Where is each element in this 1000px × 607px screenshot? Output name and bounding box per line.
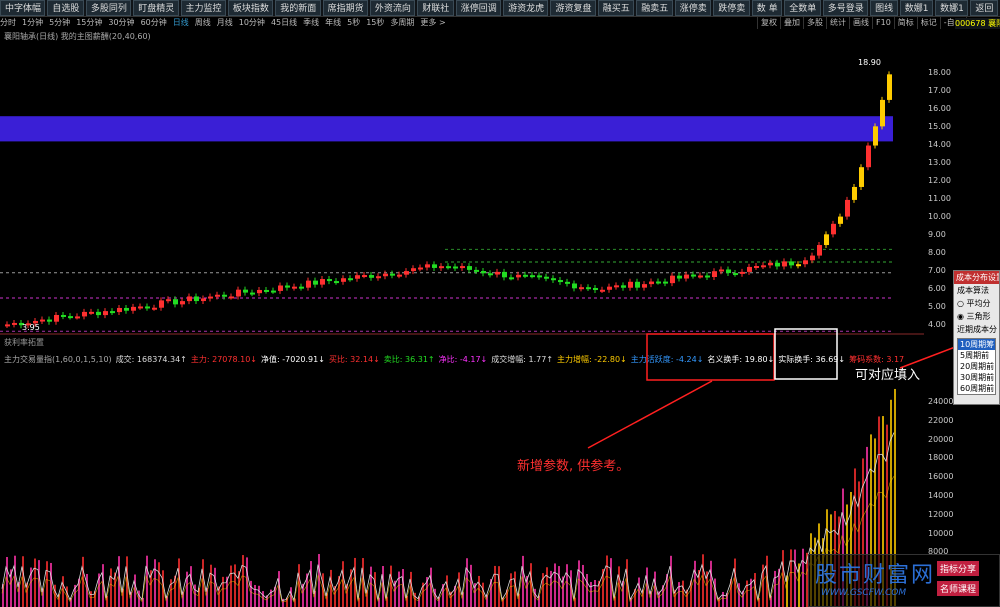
cycle-label: 近期成本分: [957, 325, 997, 334]
annotation-new-params: 新增参数, 供参考。: [517, 459, 630, 474]
radio-average-label: 平均分: [966, 299, 991, 308]
watermark-title: 股市财富网: [815, 563, 936, 588]
annotation-layer: [587, 328, 1000, 449]
cycle-option-4[interactable]: 60周期前: [958, 383, 995, 394]
annotation-arrow: [587, 380, 713, 449]
radio-triangle-label: 三角形: [966, 312, 991, 321]
watermark-url: WWW.GSCFW.COM: [821, 588, 907, 598]
params-highlight-box: [646, 333, 775, 381]
cost-distribution-dialog[interactable]: 成本分布设置 成本算法 ○ 平均分 ◉ 三角形 近期成本分 10周期筹 5周期前 2…: [953, 270, 1000, 405]
watermark: 股市财富网 WWW.GSCFW.COM 指标分享 名师课程: [808, 554, 1000, 607]
algo-label: 成本算法: [957, 286, 989, 295]
cycle-option-3[interactable]: 30周期前: [958, 372, 995, 383]
annotation-fill-in: 可对应填入: [855, 368, 921, 383]
radio-triangle[interactable]: ◉ 三角形: [954, 310, 999, 323]
chip-coef-highlight-box: [774, 328, 838, 380]
watermark-tag-courses[interactable]: 名师课程: [937, 581, 980, 596]
watermark-tag-indicators[interactable]: 指标分享: [937, 561, 980, 576]
cycle-option-1[interactable]: 5周期前: [958, 350, 995, 361]
dialog-title: 成本分布设置: [954, 271, 1000, 284]
cycle-list[interactable]: 10周期筹 5周期前 20周期前 30周期前 60周期前: [957, 338, 996, 395]
cycle-option-2[interactable]: 20周期前: [958, 361, 995, 372]
cycle-option-0[interactable]: 10周期筹: [958, 339, 995, 350]
radio-average[interactable]: ○ 平均分: [954, 297, 999, 310]
